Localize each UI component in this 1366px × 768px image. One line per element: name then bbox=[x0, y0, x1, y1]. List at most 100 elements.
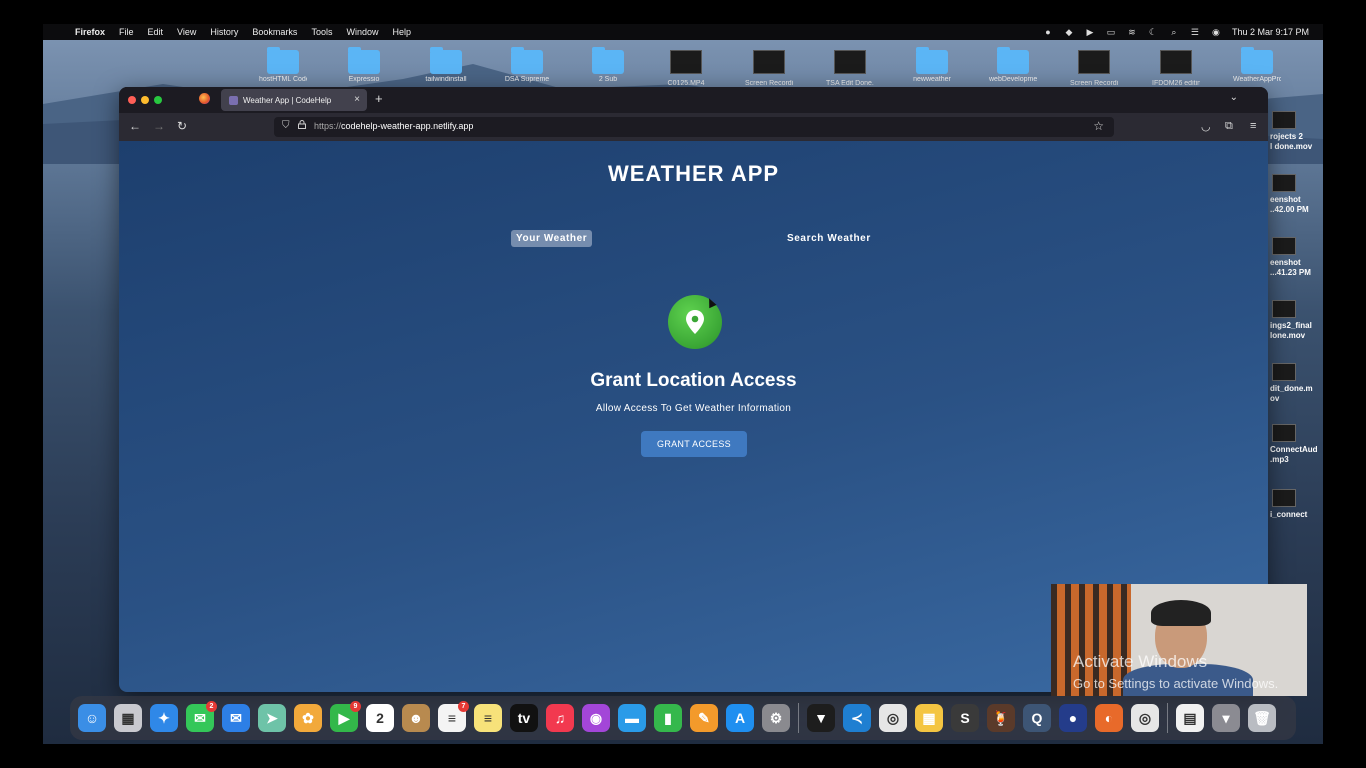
keynote-icon[interactable]: ▬ bbox=[618, 704, 646, 732]
address-bar[interactable]: ⛉ https://codehelp-weather-app.netlify.a… bbox=[274, 117, 1114, 137]
menu-file[interactable]: File bbox=[119, 27, 134, 37]
desktop-icon-file[interactable]: rojects 2 l done.mov bbox=[1270, 111, 1323, 152]
new-tab-icon[interactable]: + bbox=[375, 91, 383, 106]
battery-icon[interactable]: ▭ bbox=[1106, 27, 1116, 37]
desktop-icon-file[interactable]: C0125.MP4 bbox=[662, 46, 710, 87]
sublime-text-icon[interactable]: S bbox=[951, 704, 979, 732]
maps-icon[interactable]: ➤ bbox=[258, 704, 286, 732]
menu-bookmarks[interactable]: Bookmarks bbox=[252, 27, 297, 37]
trash-icon[interactable]: 🗑 bbox=[1248, 704, 1276, 732]
hamburger-menu-icon[interactable]: ≡ bbox=[1250, 120, 1256, 132]
tracking-protection-shield-icon[interactable]: ⛉ bbox=[282, 120, 290, 131]
menu-history[interactable]: History bbox=[210, 27, 238, 37]
chrome-icon[interactable]: ◎ bbox=[879, 704, 907, 732]
desktop-icon-file[interactable]: ings2_final lone.mov bbox=[1270, 300, 1323, 341]
downloads-icon[interactable]: ▾ bbox=[1212, 704, 1240, 732]
desktop-icon-file[interactable]: i_connect bbox=[1270, 489, 1323, 520]
pocket-icon[interactable]: ◡ bbox=[1201, 120, 1211, 133]
wifi-icon[interactable]: ≋ bbox=[1127, 27, 1137, 37]
desktop-icon-folder[interactable]: WeatherAppProject 1 bbox=[1233, 46, 1281, 86]
extensions-icon[interactable]: ⧉ bbox=[1225, 120, 1233, 133]
recorder-icon[interactable]: ● bbox=[1059, 704, 1087, 732]
lock-icon[interactable] bbox=[298, 120, 306, 129]
desktop-icon-file[interactable]: eenshot ..42.00 PM bbox=[1270, 174, 1323, 215]
minimize-window-button[interactable] bbox=[141, 96, 149, 104]
firefox-view-icon[interactable] bbox=[199, 93, 210, 104]
music-icon[interactable]: ♫ bbox=[546, 704, 574, 732]
vpn-status-icon[interactable]: ◆ bbox=[1064, 27, 1074, 37]
record-icon[interactable]: ● bbox=[1043, 27, 1053, 37]
desktop-icon-file[interactable]: Screen Recording bbox=[745, 46, 793, 87]
messages-icon[interactable]: ✉ 2 bbox=[186, 701, 217, 732]
siri-icon[interactable]: ◉ bbox=[1211, 27, 1221, 37]
firefox-icon[interactable]: ◐ bbox=[1095, 704, 1123, 732]
focus-moon-icon[interactable]: ☾ bbox=[1148, 27, 1158, 37]
desktop-icon-file[interactable]: ConnectAud .mp3 bbox=[1270, 424, 1323, 465]
menu-view[interactable]: View bbox=[177, 27, 196, 37]
back-arrow-icon[interactable]: ← bbox=[129, 119, 141, 133]
play-icon[interactable]: ▶ bbox=[1085, 27, 1095, 37]
grant-location-subtitle: Allow Access To Get Weather Information bbox=[595, 403, 792, 414]
desktop-icon-folder[interactable]: DSA Supreme bbox=[503, 46, 551, 86]
tab-your-weather[interactable]: Your Weather bbox=[511, 230, 593, 247]
safari-icon[interactable]: ✦ bbox=[150, 704, 178, 732]
finder-icon[interactable]: ☺ bbox=[78, 704, 106, 732]
app-store-icon[interactable]: A bbox=[726, 704, 754, 732]
document-icon[interactable]: ▤ bbox=[1176, 704, 1204, 732]
facetime-icon[interactable]: ▶ 9 bbox=[330, 701, 361, 732]
forward-arrow-icon[interactable]: → bbox=[153, 119, 165, 133]
close-tab-icon[interactable]: × bbox=[354, 94, 360, 105]
menu-app-name[interactable]: Firefox bbox=[75, 27, 105, 37]
photos-icon[interactable]: ✿ bbox=[294, 704, 322, 732]
folder-icon bbox=[348, 47, 380, 74]
menu-edit[interactable]: Edit bbox=[148, 27, 164, 37]
mail-icon[interactable]: ✉ bbox=[222, 704, 250, 732]
apple-tv-icon[interactable]: tv bbox=[510, 704, 538, 732]
desktop-icon-label: TSA Edit Done.mov bbox=[826, 80, 874, 87]
menu-tools[interactable]: Tools bbox=[311, 27, 332, 37]
desktop-icon-label: DSA Supreme bbox=[504, 76, 550, 83]
menu-help[interactable]: Help bbox=[392, 27, 411, 37]
desktop-icon-folder[interactable]: newweather bbox=[908, 46, 956, 86]
desktop-icon-folder[interactable]: tailwindinstall bbox=[422, 46, 470, 86]
menu-window[interactable]: Window bbox=[346, 27, 378, 37]
grant-access-button[interactable]: GRANT ACCESS bbox=[641, 431, 747, 457]
tab-search-weather[interactable]: Search Weather bbox=[782, 230, 876, 247]
vpn-icon[interactable]: ▼ bbox=[807, 704, 835, 732]
desktop-icon-folder[interactable]: webDevelopmentCode bbox=[989, 46, 1037, 86]
menubar-clock[interactable]: Thu 2 Mar 9:17 PM bbox=[1232, 27, 1309, 37]
reminders-icon[interactable]: ≡ 7 bbox=[438, 701, 469, 732]
podcasts-icon[interactable]: ◉ bbox=[582, 704, 610, 732]
desktop-icon-file[interactable]: IFDOM26 editing bbox=[1152, 46, 1200, 87]
cocktail-icon[interactable]: 🍹 bbox=[987, 704, 1015, 732]
notes-icon[interactable]: ≡ bbox=[474, 704, 502, 732]
folder-icon bbox=[592, 47, 624, 74]
contacts-icon[interactable]: ☻ bbox=[402, 704, 430, 732]
desktop-icon-folder[interactable]: hostHTML Code bbox=[259, 46, 307, 86]
numbers-icon[interactable]: ▮ bbox=[654, 704, 682, 732]
zoom-window-button[interactable] bbox=[154, 96, 162, 104]
dock-separator bbox=[1167, 703, 1168, 733]
quicktime-icon[interactable]: Q bbox=[1023, 704, 1051, 732]
reload-icon[interactable]: ↻ bbox=[177, 119, 187, 133]
close-window-button[interactable] bbox=[128, 96, 136, 104]
vscode-icon[interactable]: ≺ bbox=[843, 704, 871, 732]
desktop-icon-file[interactable]: dit_done.m ov bbox=[1270, 363, 1323, 404]
list-all-tabs-icon[interactable]: ⌄ bbox=[1230, 92, 1238, 103]
system-settings-icon[interactable]: ⚙ bbox=[762, 704, 790, 732]
pages-icon[interactable]: ✎ bbox=[690, 704, 718, 732]
calendar-icon[interactable]: 2 bbox=[366, 704, 394, 732]
spotlight-search-icon[interactable]: ⌕ bbox=[1169, 27, 1179, 37]
desktop-icon-file[interactable]: eenshot ...41.23 PM bbox=[1270, 237, 1323, 278]
desktop-icon-file[interactable]: Screen Recording bbox=[1070, 46, 1118, 87]
launchpad-icon[interactable]: ▦ bbox=[114, 704, 142, 732]
chrome-2-icon[interactable]: ◎ bbox=[1131, 704, 1159, 732]
bookmark-star-icon[interactable]: ☆ bbox=[1093, 119, 1104, 133]
desktop-icon-folder[interactable]: 2 Sub bbox=[584, 46, 632, 86]
browser-tab[interactable]: Weather App | CodeHelp × bbox=[221, 89, 367, 111]
watermark-line-1: Activate Windows bbox=[1073, 652, 1208, 671]
desktop-icon-folder[interactable]: Expressio bbox=[340, 46, 388, 86]
desktop-icon-file[interactable]: TSA Edit Done.mov bbox=[826, 46, 874, 87]
csv-grid-icon[interactable]: ▦ bbox=[915, 704, 943, 732]
control-center-icon[interactable]: ☰ bbox=[1190, 27, 1200, 37]
